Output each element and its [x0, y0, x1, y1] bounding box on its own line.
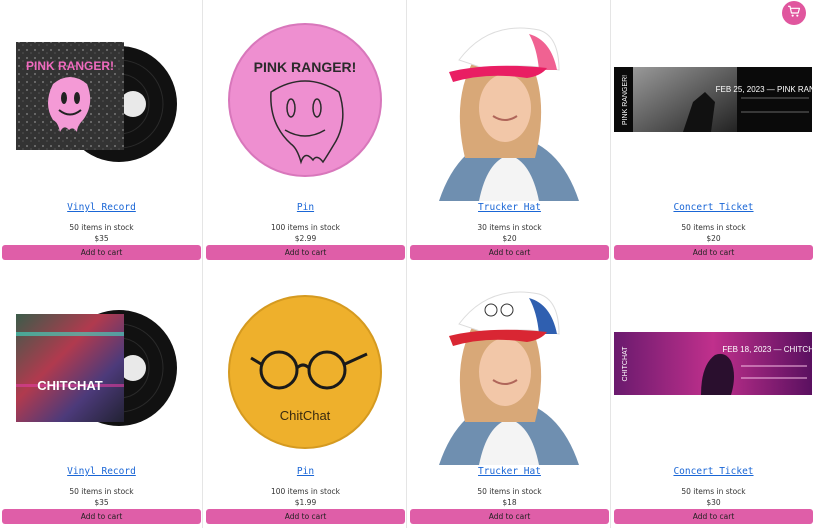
shopping-cart-button[interactable]	[782, 1, 806, 25]
stock-text: 100 items in stock	[270, 223, 341, 232]
stock-text: 50 items in stock	[681, 223, 746, 232]
price-text: $35	[94, 234, 109, 243]
stock-text: 50 items in stock	[69, 223, 134, 232]
product-card: CHITCHAT Vinyl Record 50 items in stock …	[0, 264, 203, 528]
product-card: ChitChat Pin 100 items in stock $1.99 Ad…	[204, 264, 407, 528]
add-to-cart-button[interactable]: Add to cart	[206, 245, 405, 260]
add-to-cart-button[interactable]: Add to cart	[614, 509, 813, 524]
product-image[interactable]: PINK RANGER!	[1, 8, 201, 201]
add-to-cart-button[interactable]: Add to cart	[2, 509, 201, 524]
product-image[interactable]	[409, 272, 609, 465]
product-name-link[interactable]: Concert Ticket	[612, 466, 814, 477]
product-card: Trucker Hat 50 items in stock $18 Add to…	[408, 264, 611, 528]
ticket-title-text: FEB 18, 2023 — CHITCHAT	[722, 345, 813, 354]
product-name-link[interactable]: Trucker Hat	[408, 202, 611, 213]
price-text: $1.99	[294, 498, 317, 507]
add-to-cart-button[interactable]: Add to cart	[410, 509, 609, 524]
price-text: $20	[502, 234, 517, 243]
product-image[interactable]: CHITCHAT FEB 18, 2023 — CHITCHAT	[613, 272, 813, 465]
product-image[interactable]: PINK RANGER! FEB 25, 2023 — PINK RANGER!	[613, 8, 813, 201]
price-text: $18	[502, 498, 517, 507]
shopping-cart-icon	[786, 3, 802, 23]
record-title-text: PINK RANGER!	[26, 59, 114, 73]
price-text: $30	[706, 498, 721, 507]
product-image[interactable]: PINK RANGER!	[205, 8, 405, 201]
price-text: $20	[706, 234, 721, 243]
price-text: $2.99	[294, 234, 317, 243]
product-name-link[interactable]: Pin	[204, 202, 407, 213]
stock-text: 30 items in stock	[477, 223, 542, 232]
stock-text: 50 items in stock	[477, 487, 542, 496]
product-card: CHITCHAT FEB 18, 2023 — CHITCHAT Concert…	[612, 264, 814, 528]
product-image[interactable]: ChitChat	[205, 272, 405, 465]
stock-text: 50 items in stock	[681, 487, 746, 496]
add-to-cart-button[interactable]: Add to cart	[614, 245, 813, 260]
add-to-cart-button[interactable]: Add to cart	[206, 509, 405, 524]
product-name-link[interactable]: Vinyl Record	[0, 202, 203, 213]
product-name-link[interactable]: Vinyl Record	[0, 466, 203, 477]
product-image[interactable]	[409, 8, 609, 201]
product-grid: PINK RANGER! Vinyl Record 50 items in st…	[0, 0, 814, 529]
price-text: $35	[94, 498, 109, 507]
pin-title-text: ChitChat	[280, 408, 331, 423]
product-card: PINK RANGER! Pin 100 items in stock $2.9…	[204, 0, 407, 264]
stock-text: 50 items in stock	[69, 487, 134, 496]
product-card: Trucker Hat 30 items in stock $20 Add to…	[408, 0, 611, 264]
ticket-title-text: FEB 25, 2023 — PINK RANGER!	[716, 85, 813, 94]
pin-title-text: PINK RANGER!	[254, 59, 357, 75]
add-to-cart-button[interactable]: Add to cart	[2, 245, 201, 260]
product-name-link[interactable]: Concert Ticket	[612, 202, 814, 213]
stock-text: 100 items in stock	[270, 487, 341, 496]
product-image[interactable]: CHITCHAT	[1, 272, 201, 465]
svg-text:PINK RANGER!: PINK RANGER!	[622, 75, 629, 125]
product-name-link[interactable]: Trucker Hat	[408, 466, 611, 477]
record-title-text: CHITCHAT	[37, 378, 103, 393]
product-name-link[interactable]: Pin	[204, 466, 407, 477]
product-card: PINK RANGER! FEB 25, 2023 — PINK RANGER!…	[612, 0, 814, 264]
product-card: PINK RANGER! Vinyl Record 50 items in st…	[0, 0, 203, 264]
add-to-cart-button[interactable]: Add to cart	[410, 245, 609, 260]
svg-text:CHITCHAT: CHITCHAT	[622, 346, 629, 382]
